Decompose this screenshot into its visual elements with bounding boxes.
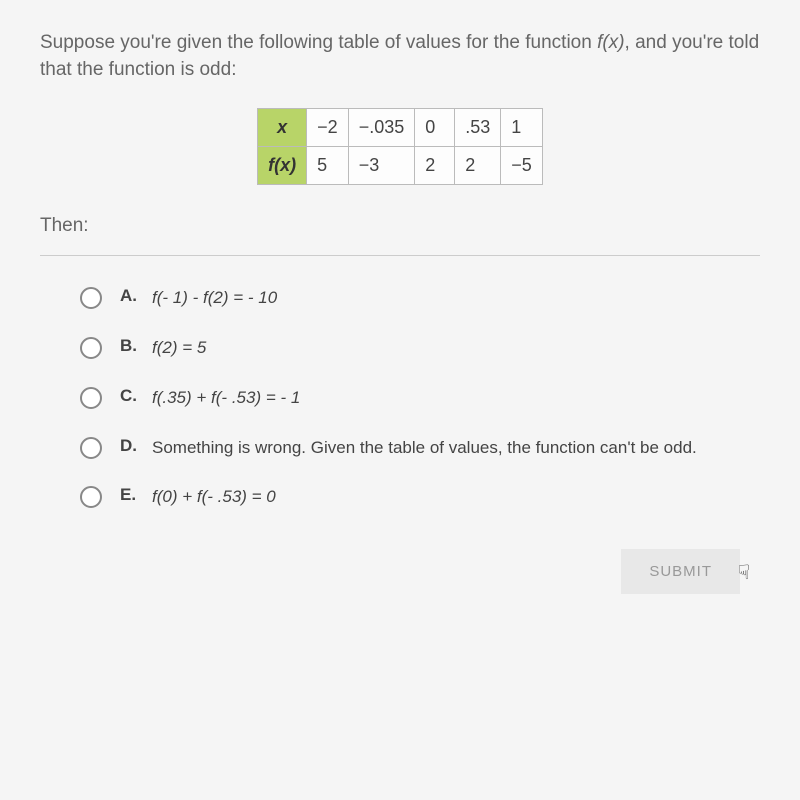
table-cell: −5 (501, 147, 543, 185)
radio-b[interactable] (80, 337, 102, 359)
option-d[interactable]: D. Something is wrong. Given the table o… (80, 436, 760, 460)
table-cell: 1 (501, 109, 543, 147)
radio-d[interactable] (80, 437, 102, 459)
option-text: f(.35) + f(- .53) = - 1 (152, 386, 300, 410)
divider (40, 255, 760, 256)
option-text: Something is wrong. Given the table of v… (152, 436, 697, 460)
table-cell: 2 (455, 147, 501, 185)
option-c[interactable]: C. f(.35) + f(- .53) = - 1 (80, 386, 760, 410)
option-e[interactable]: E. f(0) + f(- .53) = 0 (80, 485, 760, 509)
option-a[interactable]: A. f(- 1) - f(2) = - 10 (80, 286, 760, 310)
option-label: D. (120, 436, 144, 456)
option-label: B. (120, 336, 144, 356)
option-text: f(0) + f(- .53) = 0 (152, 485, 276, 509)
then-label: Then: (40, 215, 760, 237)
option-label: E. (120, 485, 144, 505)
radio-a[interactable] (80, 287, 102, 309)
table-cell: 5 (307, 147, 349, 185)
option-label: A. (120, 286, 144, 306)
table-header-fx: f(x) (258, 147, 307, 185)
option-text: f(2) = 5 (152, 336, 206, 360)
table-cell: −.035 (348, 109, 415, 147)
options-list: A. f(- 1) - f(2) = - 10 B. f(2) = 5 C. f… (40, 286, 760, 509)
question-prompt: Suppose you're given the following table… (40, 30, 760, 83)
table-cell: .53 (455, 109, 501, 147)
radio-c[interactable] (80, 387, 102, 409)
values-table: x −2 −.035 0 .53 1 f(x) 5 −3 2 2 −5 (40, 108, 760, 185)
table-header-x: x (258, 109, 307, 147)
pointer-cursor-icon: ☟ (738, 560, 750, 585)
option-b[interactable]: B. f(2) = 5 (80, 336, 760, 360)
option-label: C. (120, 386, 144, 406)
table-cell: 2 (415, 147, 455, 185)
table-cell: 0 (415, 109, 455, 147)
table-cell: −3 (348, 147, 415, 185)
table-cell: −2 (307, 109, 349, 147)
submit-button[interactable]: SUBMIT (621, 549, 740, 594)
option-text: f(- 1) - f(2) = - 10 (152, 286, 277, 310)
radio-e[interactable] (80, 486, 102, 508)
